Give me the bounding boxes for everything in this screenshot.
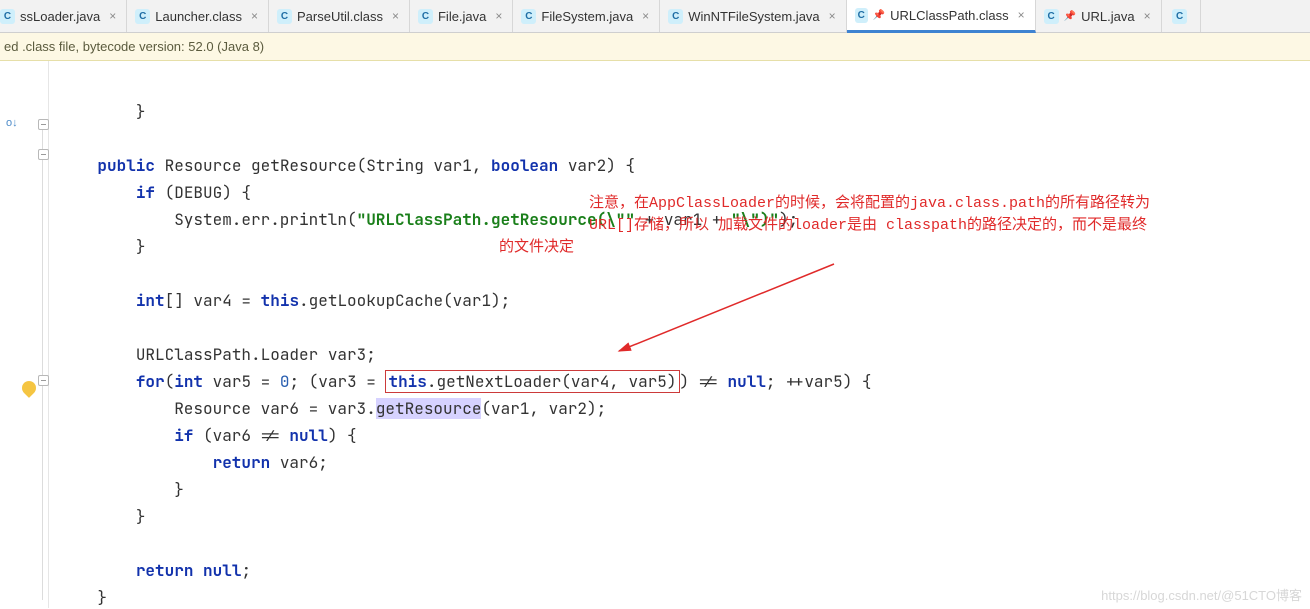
class-icon: C (1044, 9, 1059, 24)
fold-guide (42, 130, 43, 600)
code-text: URLClassPath.Loader var3; (59, 344, 376, 365)
tab-label: WinNTFileSystem.java (688, 9, 819, 24)
code-text: int[] var4 = this.getLookupCache(var1); (59, 290, 510, 311)
code-text (59, 533, 69, 554)
tab-label: Launcher.class (155, 9, 242, 24)
code-text (59, 317, 69, 338)
tab-label: ssLoader.java (20, 9, 100, 24)
tab-parseutil[interactable]: C ParseUtil.class × (269, 0, 410, 32)
code-text: } (59, 236, 145, 257)
tab-ssloader[interactable]: C ssLoader.java × (0, 0, 127, 32)
code-text: if (DEBUG) { (59, 182, 251, 203)
tab-urlclasspath[interactable]: C 📌 URLClassPath.class × (847, 0, 1036, 33)
watermark-text: https://blog.csdn.net/@51CTO博客 (1101, 585, 1302, 604)
code-text: } (59, 479, 184, 500)
code-text: if (var6 != null) { (59, 425, 357, 446)
selected-text: getResource (376, 398, 482, 419)
tab-overflow[interactable]: C (1162, 0, 1201, 32)
code-text (59, 263, 69, 284)
tab-launcher[interactable]: C Launcher.class × (127, 0, 269, 32)
code-text: return var6; (59, 452, 328, 473)
code-text: return null; (59, 560, 251, 581)
pin-icon: 📌 (873, 10, 885, 21)
close-icon[interactable]: × (105, 9, 116, 23)
code-text: for(int var5 = 0; (var3 = this.getNextLo… (59, 370, 872, 393)
code-area[interactable]: } public Resource getResource(String var… (49, 61, 1310, 608)
fold-toggle-icon[interactable] (38, 149, 49, 160)
class-icon: C (418, 9, 433, 24)
close-icon[interactable]: × (491, 9, 502, 23)
tab-label: URLClassPath.class (890, 8, 1009, 23)
annotation-arrow-icon (604, 256, 864, 366)
gutter[interactable]: o↓ (0, 61, 49, 608)
annotation-text: 注意，在AppClassLoader的时候，会将配置的java.class.pa… (589, 193, 1309, 259)
code-text: } (59, 587, 107, 608)
close-icon[interactable]: × (1140, 9, 1151, 23)
class-icon: C (135, 9, 150, 24)
class-icon: C (668, 9, 683, 24)
editor-tab-bar: C ssLoader.java × C Launcher.class × C P… (0, 0, 1310, 33)
class-icon: C (277, 9, 292, 24)
fold-toggle-icon[interactable] (38, 119, 49, 130)
class-icon: C (521, 9, 536, 24)
code-text: } (59, 101, 145, 122)
editor-area[interactable]: o↓ } public Resource getResource(String … (0, 61, 1310, 608)
code-text: } (59, 506, 145, 527)
tab-file[interactable]: C File.java × (410, 0, 513, 32)
close-icon[interactable]: × (1014, 8, 1025, 22)
class-icon: C (0, 9, 15, 24)
code-text: Resource var6 = var3.getResource(var1, v… (59, 398, 606, 419)
fold-toggle-icon[interactable] (38, 375, 49, 386)
highlighted-call-box: this.getNextLoader(var4, var5) (385, 370, 679, 393)
tab-label: ParseUtil.class (297, 9, 383, 24)
close-icon[interactable]: × (388, 9, 399, 23)
pin-icon: 📌 (1064, 11, 1076, 22)
close-icon[interactable]: × (825, 9, 836, 23)
decompiled-banner: ed .class file, bytecode version: 52.0 (… (0, 33, 1310, 61)
override-marker-icon[interactable]: o↓ (6, 117, 18, 129)
tab-url[interactable]: C 📌 URL.java × (1036, 0, 1162, 32)
banner-text: ed .class file, bytecode version: 52.0 (… (4, 39, 264, 54)
intention-bulb-icon[interactable] (19, 378, 39, 398)
tab-filesystem[interactable]: C FileSystem.java × (513, 0, 660, 32)
tab-label: FileSystem.java (541, 9, 633, 24)
class-icon: C (1172, 9, 1187, 24)
tab-label: File.java (438, 9, 486, 24)
close-icon[interactable]: × (638, 9, 649, 23)
tab-winnt[interactable]: C WinNTFileSystem.java × (660, 0, 846, 32)
class-icon: C (855, 8, 868, 23)
tab-label: URL.java (1081, 9, 1134, 24)
code-text: public Resource getResource(String var1,… (59, 155, 635, 176)
close-icon[interactable]: × (247, 9, 258, 23)
